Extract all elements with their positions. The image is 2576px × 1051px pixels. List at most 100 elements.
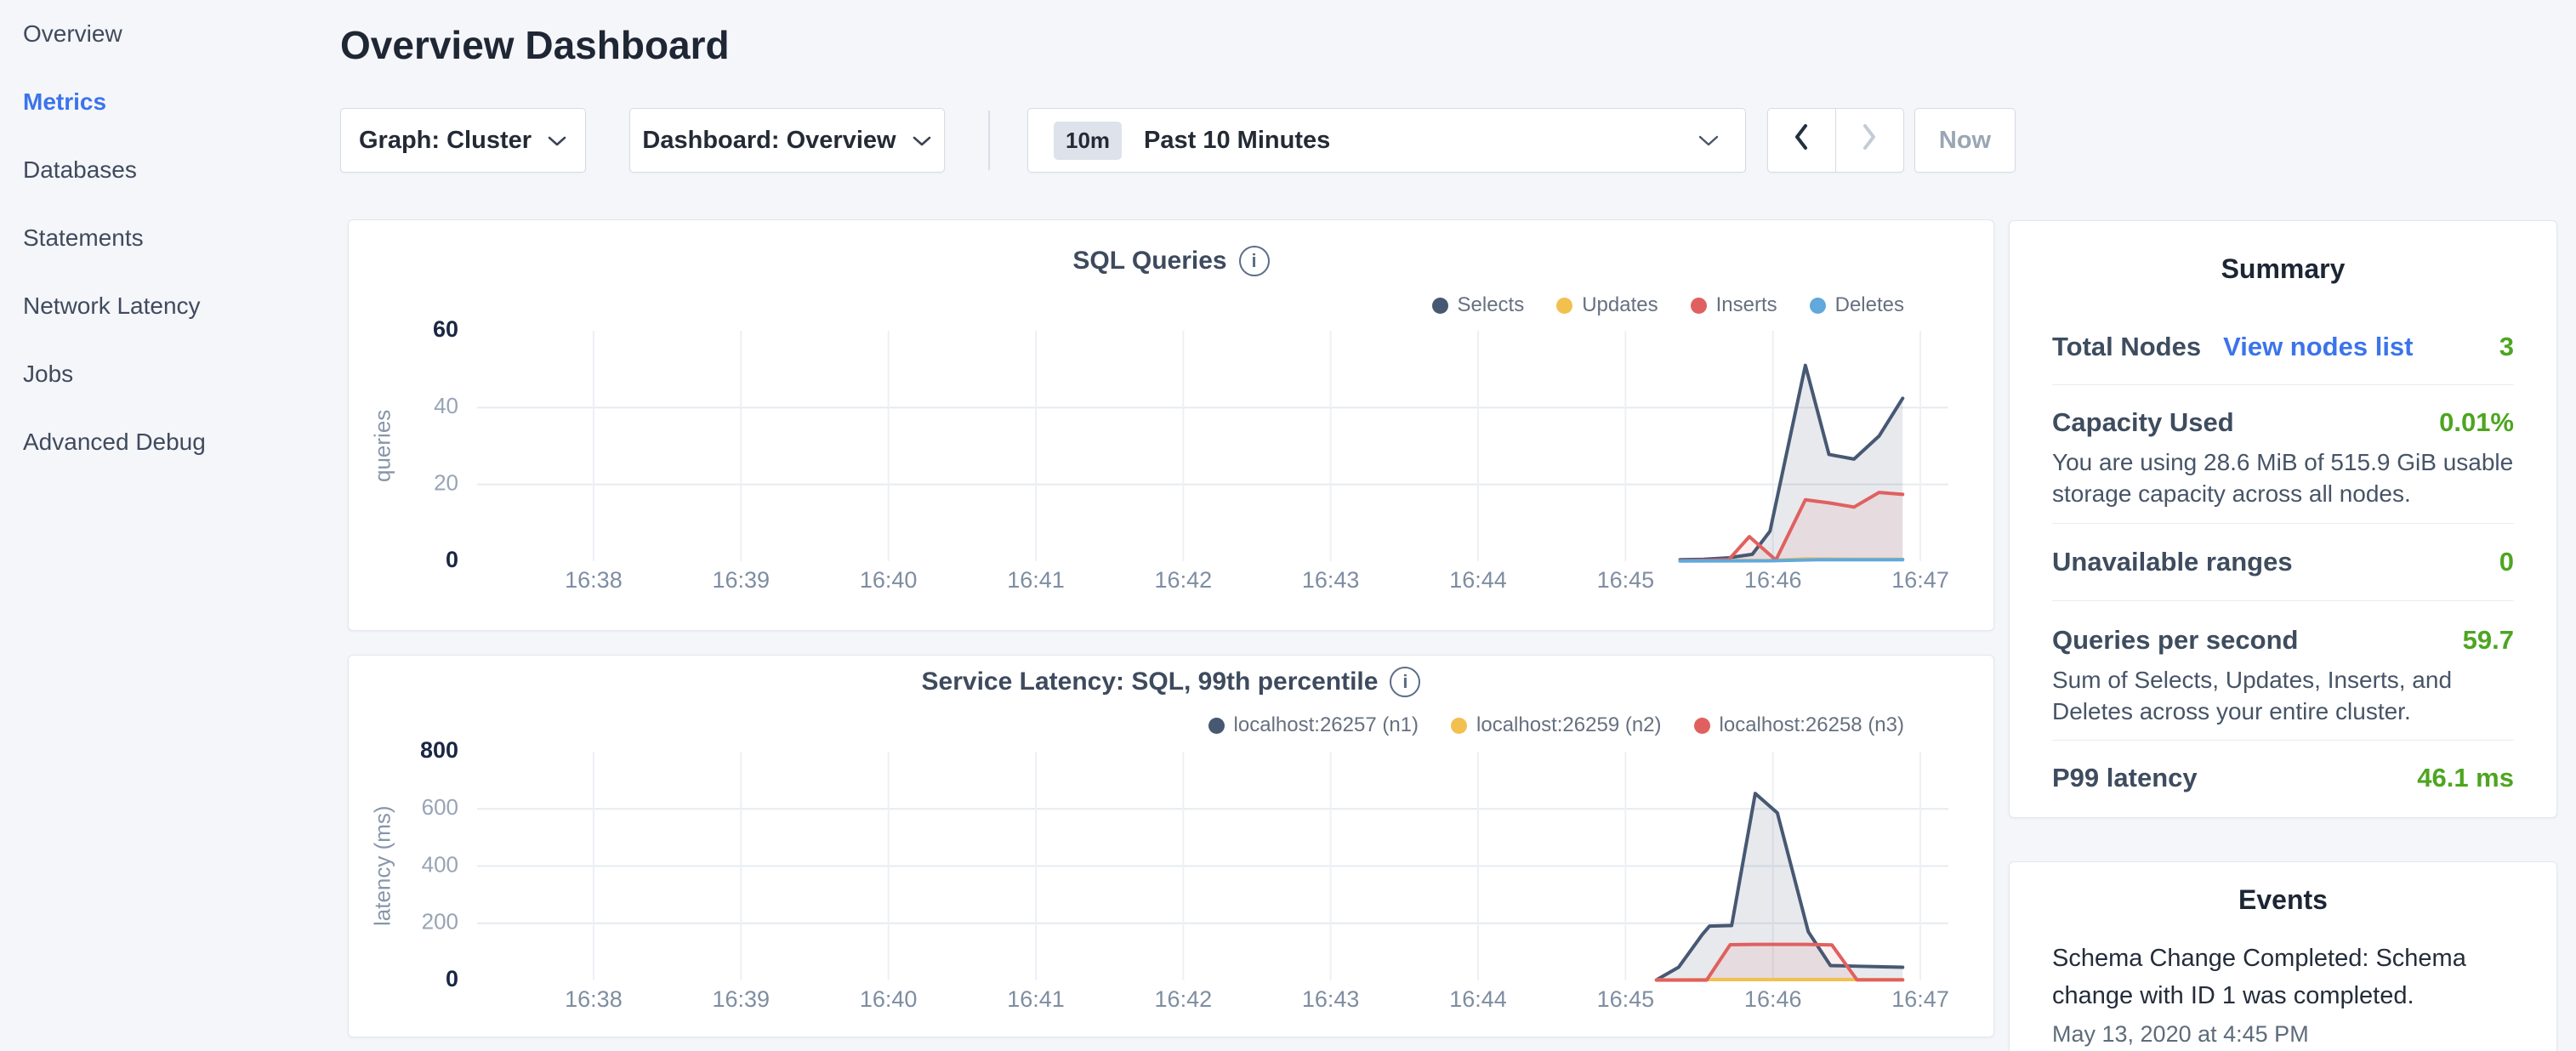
sidebar-item-advanced-debug[interactable]: Advanced Debug xyxy=(0,408,340,476)
svg-text:16:43: 16:43 xyxy=(1302,567,1360,593)
legend-label: Updates xyxy=(1582,293,1658,317)
info-icon[interactable]: i xyxy=(1390,667,1420,697)
summary-panel: Summary Total Nodes View nodes list 3 Ca… xyxy=(2009,220,2557,818)
service-latency-card: Service Latency: SQL, 99th percentile i … xyxy=(348,655,1994,1037)
svg-text:400: 400 xyxy=(422,851,458,877)
row-label: Queries per second xyxy=(2052,625,2298,656)
legend-item[interactable]: Updates xyxy=(1556,293,1658,317)
row-value: 46.1 ms xyxy=(2417,763,2514,793)
svg-text:0: 0 xyxy=(446,966,458,991)
toolbar-divider xyxy=(988,111,990,170)
sidebar-item-metrics[interactable]: Metrics xyxy=(0,68,340,136)
svg-text:20: 20 xyxy=(434,470,458,496)
legend-dot-icon xyxy=(1691,298,1707,314)
legend-label: localhost:26258 (n3) xyxy=(1720,713,1904,737)
graph-scope-label: Graph: Cluster xyxy=(359,127,532,155)
event-list-item[interactable]: Schema Change Completed: Schema change w… xyxy=(2010,940,2556,1048)
svg-text:16:40: 16:40 xyxy=(860,567,918,593)
row-label: Unavailable ranges xyxy=(2052,547,2293,577)
legend-label: Deletes xyxy=(1835,293,1904,317)
svg-text:16:44: 16:44 xyxy=(1449,567,1507,593)
view-nodes-list-link[interactable]: View nodes list xyxy=(2223,332,2413,362)
event-timestamp: May 13, 2020 at 4:45 PM xyxy=(2052,1021,2514,1048)
event-message: Schema Change Completed: Schema change w… xyxy=(2052,940,2514,1014)
svg-text:16:38: 16:38 xyxy=(565,986,623,1012)
app-root: Overview Metrics Databases Statements Ne… xyxy=(0,0,2576,1051)
row-label: Total Nodes xyxy=(2052,332,2201,362)
legend-label: Selects xyxy=(1458,293,1525,317)
events-title: Events xyxy=(2010,862,2556,916)
legend-item[interactable]: Deletes xyxy=(1810,293,1904,317)
row-description: You are using 28.6 MiB of 515.9 GiB usab… xyxy=(2052,446,2514,509)
summary-row-capacity-used: Capacity Used 0.01% You are using 28.6 M… xyxy=(2052,385,2514,524)
sidebar-item-network-latency[interactable]: Network Latency xyxy=(0,272,340,340)
svg-text:16:42: 16:42 xyxy=(1155,567,1213,593)
info-icon[interactable]: i xyxy=(1239,246,1270,276)
svg-text:16:41: 16:41 xyxy=(1007,567,1065,593)
now-button[interactable]: Now xyxy=(1914,108,2016,173)
legend-item[interactable]: localhost:26258 (n3) xyxy=(1694,713,1904,737)
svg-text:16:45: 16:45 xyxy=(1597,567,1655,593)
svg-text:16:38: 16:38 xyxy=(565,567,623,593)
legend-label: localhost:26259 (n2) xyxy=(1476,713,1661,737)
summary-row-unavailable-ranges: Unavailable ranges 0 xyxy=(2052,524,2514,601)
legend-label: localhost:26257 (n1) xyxy=(1234,713,1419,737)
page-title: Overview Dashboard xyxy=(340,22,730,68)
dashboard-dropdown[interactable]: Dashboard: Overview xyxy=(629,108,945,173)
sidebar-item-overview[interactable]: Overview xyxy=(0,0,340,68)
time-step-buttons xyxy=(1767,108,1904,173)
legend-label: Inserts xyxy=(1716,293,1777,317)
time-window-badge: 10m xyxy=(1054,122,1122,160)
svg-text:16:46: 16:46 xyxy=(1744,567,1802,593)
y-axis-label: latency (ms) xyxy=(364,752,401,980)
graph-scope-dropdown[interactable]: Graph: Cluster xyxy=(340,108,586,173)
svg-text:16:45: 16:45 xyxy=(1597,986,1655,1012)
svg-text:16:40: 16:40 xyxy=(860,986,918,1012)
sidebar-item-statements[interactable]: Statements xyxy=(0,204,340,272)
svg-text:16:44: 16:44 xyxy=(1449,986,1507,1012)
summary-title: Summary xyxy=(2010,221,2556,285)
chart-legend: localhost:26257 (n1) localhost:26259 (n2)… xyxy=(1208,713,1904,737)
legend-dot-icon xyxy=(1432,298,1448,314)
legend-dot-icon xyxy=(1208,718,1225,734)
chevron-left-icon xyxy=(1793,122,1810,158)
summary-row-total-nodes: Total Nodes View nodes list 3 xyxy=(2052,285,2514,385)
chart-legend: Selects Updates Inserts Deletes xyxy=(1432,293,1905,317)
sidebar-item-databases[interactable]: Databases xyxy=(0,136,340,204)
step-back-button[interactable] xyxy=(1768,109,1836,172)
row-value: 3 xyxy=(2499,332,2514,362)
sql-queries-chart: 020406016:3816:3916:4016:4116:4216:4316:… xyxy=(477,331,1948,603)
svg-text:16:39: 16:39 xyxy=(713,986,771,1012)
svg-text:800: 800 xyxy=(420,737,458,763)
sql-queries-card: SQL Queries i Selects Updates Inserts Delet… xyxy=(348,219,1994,631)
svg-text:16:43: 16:43 xyxy=(1302,986,1360,1012)
svg-text:16:42: 16:42 xyxy=(1155,986,1213,1012)
chevron-down-icon xyxy=(912,127,932,155)
legend-item[interactable]: Selects xyxy=(1432,293,1525,317)
y-axis-label: queries xyxy=(364,331,401,561)
svg-text:40: 40 xyxy=(434,393,458,418)
svg-text:16:41: 16:41 xyxy=(1007,986,1065,1012)
service-latency-chart: 020040060080016:3816:3916:4016:4116:4216… xyxy=(477,752,1948,1024)
legend-item[interactable]: localhost:26257 (n1) xyxy=(1208,713,1419,737)
chevron-down-icon xyxy=(547,127,567,155)
legend-dot-icon xyxy=(1451,718,1467,734)
time-window-label: Past 10 Minutes xyxy=(1144,127,1330,155)
svg-text:0: 0 xyxy=(446,547,458,572)
svg-text:16:39: 16:39 xyxy=(713,567,771,593)
sidebar: Overview Metrics Databases Statements Ne… xyxy=(0,0,340,1051)
dashboard-label: Dashboard: Overview xyxy=(642,127,896,155)
time-window-dropdown[interactable]: 10m Past 10 Minutes xyxy=(1027,108,1746,173)
step-forward-button[interactable] xyxy=(1836,109,1904,172)
svg-text:600: 600 xyxy=(422,794,458,820)
svg-text:16:46: 16:46 xyxy=(1744,986,1802,1012)
sidebar-item-jobs[interactable]: Jobs xyxy=(0,340,340,408)
row-label: Capacity Used xyxy=(2052,407,2234,438)
legend-item[interactable]: Inserts xyxy=(1691,293,1777,317)
legend-dot-icon xyxy=(1694,718,1710,734)
legend-item[interactable]: localhost:26259 (n2) xyxy=(1451,713,1661,737)
chart-title: SQL Queries xyxy=(1072,247,1226,276)
row-description: Sum of Selects, Updates, Inserts, and De… xyxy=(2052,664,2514,727)
row-value: 59.7 xyxy=(2463,625,2514,656)
summary-row-queries-per-second: Queries per second 59.7 Sum of Selects, … xyxy=(2052,601,2514,741)
